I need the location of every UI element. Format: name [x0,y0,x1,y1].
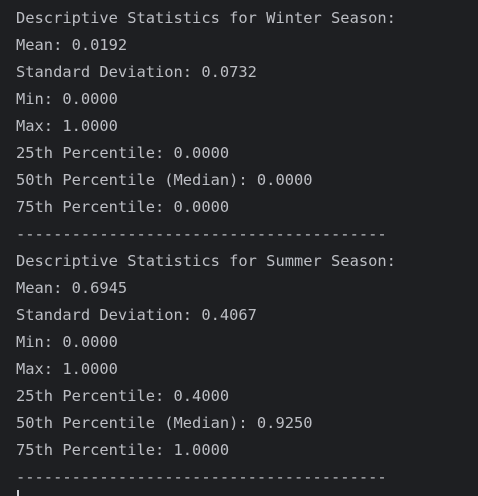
summer-p75: 75th Percentile: 1.0000 [16,441,230,459]
winter-heading: Descriptive Statistics for Winter Season… [16,9,396,27]
winter-p25: 25th Percentile: 0.0000 [16,144,230,162]
summer-p25: 25th Percentile: 0.4000 [16,387,230,405]
console-output-panel[interactable]: Descriptive Statistics for Winter Season… [0,0,478,496]
summer-p50: 50th Percentile (Median): 0.9250 [16,414,313,432]
separator-line: ---------------------------------------- [16,468,387,486]
summer-mean: Mean: 0.6945 [16,279,128,297]
summer-max: Max: 1.0000 [16,360,118,378]
winter-max: Max: 1.0000 [16,117,118,135]
winter-p75: 75th Percentile: 0.0000 [16,198,230,216]
winter-mean: Mean: 0.0192 [16,36,128,54]
winter-min: Min: 0.0000 [16,90,118,108]
summer-std: Standard Deviation: 0.4067 [16,306,257,324]
summer-min: Min: 0.0000 [16,333,118,351]
winter-std: Standard Deviation: 0.0732 [16,63,257,81]
summer-heading: Descriptive Statistics for Summer Season… [16,252,396,270]
winter-p50: 50th Percentile (Median): 0.0000 [16,171,313,189]
console-output: Descriptive Statistics for Winter Season… [16,5,396,491]
text-cursor [17,490,19,496]
separator-line: ---------------------------------------- [16,225,387,243]
